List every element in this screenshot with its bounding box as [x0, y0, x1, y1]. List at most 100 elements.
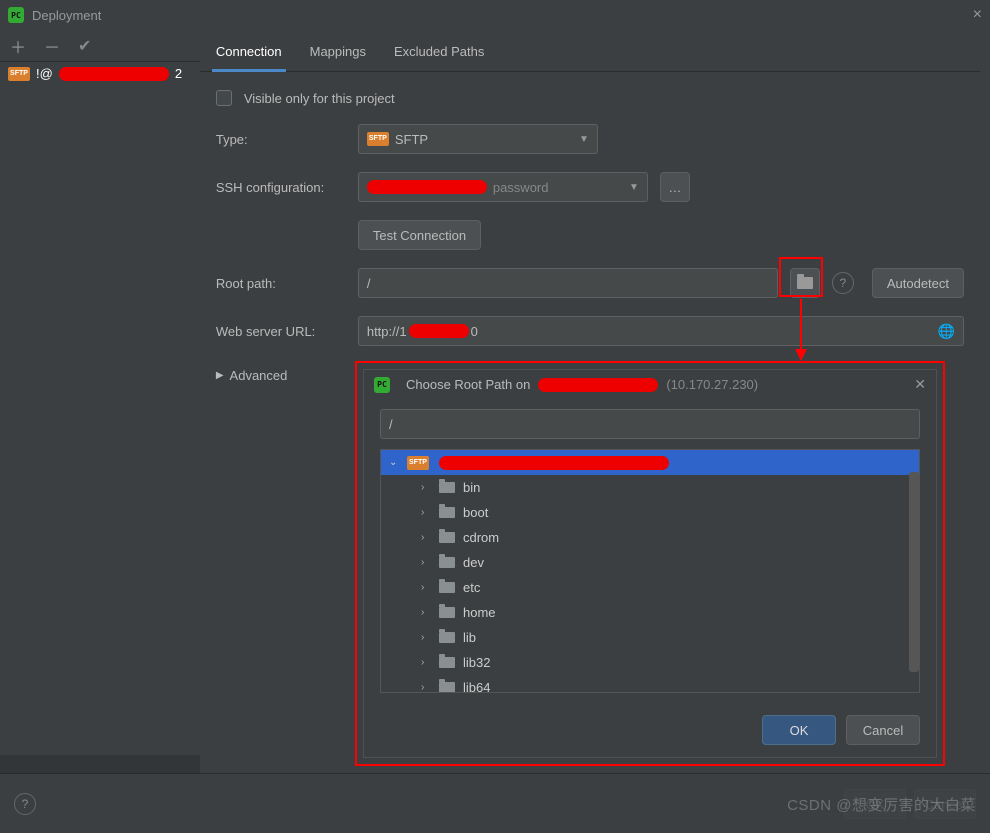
highlight-modal: Choose Root Path on (10.170.27.230) ✕ / …: [355, 361, 945, 766]
pycharm-icon: [374, 377, 390, 393]
server-name-suffix: 2: [175, 66, 182, 81]
folder-name: dev: [463, 555, 484, 570]
chevron-right-icon: ›: [421, 632, 433, 643]
sftp-icon: [407, 456, 429, 470]
pycharm-icon: [8, 7, 24, 23]
chevron-down-icon: ▼: [629, 182, 639, 193]
folder-name: lib32: [463, 655, 490, 670]
chevron-down-icon: ▼: [579, 134, 589, 145]
tree-folder-row[interactable]: › lib: [381, 625, 919, 650]
path-value: /: [389, 417, 393, 432]
folder-icon: [439, 507, 455, 518]
scrollbar[interactable]: [909, 472, 919, 672]
arrow-head-icon: [795, 349, 807, 361]
connection-form: Visible only for this project Type: SFTP…: [200, 72, 980, 401]
redacted-ssh: [367, 180, 487, 194]
folder-name: etc: [463, 580, 480, 595]
advanced-label: Advanced: [230, 368, 288, 383]
add-icon[interactable]: ＋: [10, 34, 26, 58]
folder-name: home: [463, 605, 496, 620]
ssh-more-button[interactable]: …: [660, 172, 690, 202]
tree-folder-row[interactable]: › dev: [381, 550, 919, 575]
folder-name: bin: [463, 480, 480, 495]
tree-root-row[interactable]: ⌄: [381, 450, 919, 475]
ssh-placeholder: password: [493, 180, 549, 195]
globe-icon[interactable]: 🌐: [938, 323, 955, 340]
test-connection-button[interactable]: Test Connection: [358, 220, 481, 250]
sidebar: ＋ － ✔ !@ 2: [0, 30, 200, 773]
help-icon[interactable]: ?: [14, 793, 36, 815]
sidebar-footer: [0, 755, 200, 773]
autodetect-button[interactable]: Autodetect: [872, 268, 964, 298]
chevron-right-icon: ›: [421, 557, 433, 568]
server-name-prefix: !@: [36, 66, 53, 81]
chevron-right-icon: ›: [421, 507, 433, 518]
chevron-right-icon: ›: [421, 607, 433, 618]
titlebar: Deployment ×: [0, 0, 990, 30]
tab-excluded[interactable]: Excluded Paths: [390, 38, 488, 71]
chevron-right-icon: ›: [421, 482, 433, 493]
tree-folder-row[interactable]: › lib32: [381, 650, 919, 675]
remove-icon[interactable]: －: [44, 34, 60, 58]
ssh-label: SSH configuration:: [216, 180, 346, 195]
cancel-button[interactable]: Cancel: [846, 715, 920, 745]
tree-folder-row[interactable]: › home: [381, 600, 919, 625]
folder-name: lib: [463, 630, 476, 645]
folder-icon: [439, 632, 455, 643]
dialog-title-prefix: Choose Root Path on: [406, 377, 530, 392]
folder-icon: [439, 682, 455, 693]
type-label: Type:: [216, 132, 346, 147]
tree-folder-row[interactable]: › lib64: [381, 675, 919, 693]
folder-icon: [439, 532, 455, 543]
folder-tree[interactable]: ⌄ › bin › boot ›cdrom › dev › etc › home › lib › lib32…: [380, 449, 920, 693]
server-list-item[interactable]: !@ 2: [0, 62, 200, 85]
arrow-line: [800, 299, 802, 351]
root-path-value: /: [367, 276, 371, 291]
choose-root-dialog: Choose Root Path on (10.170.27.230) ✕ / …: [363, 369, 937, 758]
visible-only-checkbox[interactable]: [216, 90, 232, 106]
web-url-prefix: http://1: [367, 324, 407, 339]
tree-folder-row[interactable]: › boot: [381, 500, 919, 525]
path-input[interactable]: /: [380, 409, 920, 439]
folder-name: boot: [463, 505, 488, 520]
chevron-right-icon: ›: [421, 657, 433, 668]
browse-root-button[interactable]: [790, 268, 820, 298]
help-icon[interactable]: ?: [832, 272, 854, 294]
ssh-config-select[interactable]: password ▼: [358, 172, 648, 202]
redacted-server: [59, 67, 169, 81]
tab-mappings[interactable]: Mappings: [306, 38, 370, 71]
root-path-input[interactable]: /: [358, 268, 778, 298]
type-select[interactable]: SFTP ▼: [358, 124, 598, 154]
web-url-input[interactable]: http://1 0 🌐: [358, 316, 964, 346]
folder-icon: [797, 277, 813, 289]
web-url-label: Web server URL:: [216, 324, 346, 339]
visible-only-row: Visible only for this project: [216, 90, 964, 106]
window-title: Deployment: [32, 8, 101, 23]
chevron-right-icon: ›: [421, 682, 433, 693]
web-url-suffix: 0: [471, 324, 478, 339]
folder-icon: [439, 557, 455, 568]
sftp-badge-icon: [8, 67, 30, 81]
dialog-titlebar: Choose Root Path on (10.170.27.230) ✕: [364, 370, 936, 399]
chevron-right-icon: ▶: [216, 370, 224, 381]
dialog-close-icon[interactable]: ✕: [914, 376, 926, 393]
sidebar-toolbar: ＋ － ✔: [0, 30, 200, 62]
tab-connection[interactable]: Connection: [212, 38, 286, 72]
tree-folder-row[interactable]: › etc: [381, 575, 919, 600]
chevron-down-icon: ⌄: [389, 457, 401, 468]
folder-name: lib64: [463, 680, 490, 693]
chevron-right-icon: ›: [421, 582, 433, 593]
tree-folder-row[interactable]: ›cdrom: [381, 525, 919, 550]
folder-icon: [439, 607, 455, 618]
folder-icon: [439, 657, 455, 668]
redacted-host: [538, 378, 658, 392]
tree-folder-row[interactable]: › bin: [381, 475, 919, 500]
ok-button[interactable]: OK: [762, 715, 836, 745]
dialog-footer: OK Cancel: [364, 703, 936, 757]
watermark: CSDN @想变厉害的大白菜: [787, 794, 976, 815]
check-icon[interactable]: ✔: [78, 36, 91, 56]
close-icon[interactable]: ×: [973, 6, 982, 24]
type-value: SFTP: [395, 132, 428, 147]
sftp-icon: [367, 132, 389, 146]
folder-icon: [439, 582, 455, 593]
